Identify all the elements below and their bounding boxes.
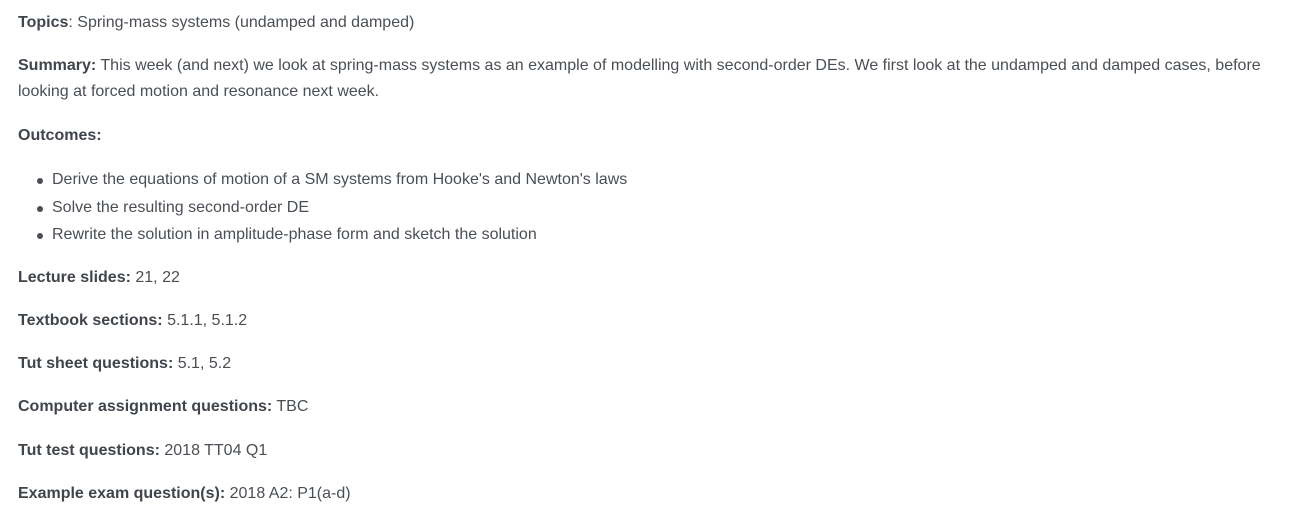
summary-row: Summary: This week (and next) we look at… bbox=[18, 53, 1273, 105]
example-exam-questions-value: 2018 A2: P1(a-d) bbox=[225, 485, 351, 502]
summary-value: This week (and next) we look at spring-m… bbox=[18, 57, 1261, 100]
example-exam-questions-row: Example exam question(s): 2018 A2: P1(a-… bbox=[18, 481, 351, 507]
textbook-sections-label: Textbook sections: bbox=[18, 312, 163, 329]
topics-label: Topics bbox=[18, 14, 69, 31]
tut-test-questions-row: Tut test questions: 2018 TT04 Q1 bbox=[18, 438, 267, 464]
example-exam-questions-label: Example exam question(s): bbox=[18, 485, 226, 502]
computer-assignment-label: Computer assignment questions: bbox=[18, 398, 273, 415]
textbook-sections-row: Textbook sections: 5.1.1, 5.1.2 bbox=[18, 308, 247, 334]
outcomes-row: Outcomes: bbox=[18, 123, 102, 149]
tut-test-questions-label: Tut test questions: bbox=[18, 442, 160, 459]
lecture-slides-row: Lecture slides: 21, 22 bbox=[18, 265, 180, 291]
topics-row: Topics: Spring-mass systems (undamped an… bbox=[18, 10, 414, 36]
tut-sheet-questions-value: 5.1, 5.2 bbox=[173, 355, 232, 372]
outcomes-label: Outcomes: bbox=[18, 127, 102, 144]
textbook-sections-value: 5.1.1, 5.1.2 bbox=[162, 312, 248, 329]
tut-sheet-questions-row: Tut sheet questions: 5.1, 5.2 bbox=[18, 351, 231, 377]
tut-sheet-questions-label: Tut sheet questions: bbox=[18, 355, 174, 372]
computer-assignment-row: Computer assignment questions: TBC bbox=[18, 394, 308, 420]
outcome-item: Rewrite the solution in amplitude-phase … bbox=[36, 221, 627, 249]
summary-label: Summary: bbox=[18, 57, 97, 74]
outcomes-list: Derive the equations of motion of a SM s… bbox=[18, 166, 627, 249]
outcome-item: Solve the resulting second-order DE bbox=[36, 194, 627, 222]
computer-assignment-value: TBC bbox=[272, 398, 309, 415]
outcome-item: Derive the equations of motion of a SM s… bbox=[36, 166, 627, 194]
topics-value: : Spring-mass systems (undamped and damp… bbox=[68, 14, 415, 31]
lecture-slides-label: Lecture slides: bbox=[18, 269, 131, 286]
tut-test-questions-value: 2018 TT04 Q1 bbox=[159, 442, 268, 459]
lecture-slides-value: 21, 22 bbox=[130, 269, 180, 286]
